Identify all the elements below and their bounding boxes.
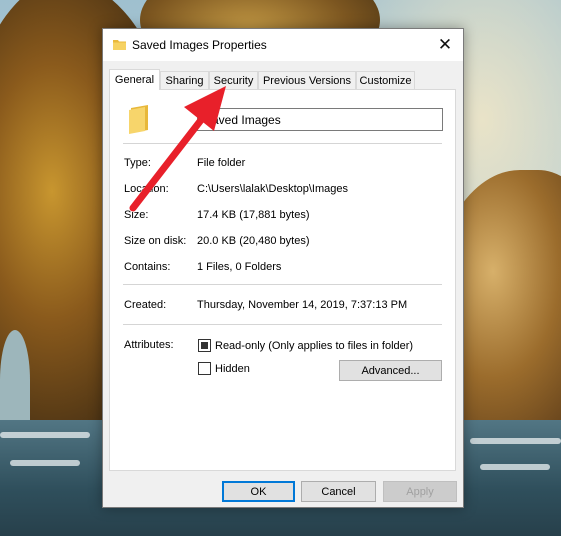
close-icon[interactable]: ✕ xyxy=(427,29,463,61)
tab-sharing[interactable]: Sharing xyxy=(160,71,209,89)
folder-name-input[interactable] xyxy=(197,108,443,131)
separator xyxy=(123,284,442,285)
size-on-disk-label: Size on disk: xyxy=(124,235,187,247)
contains-label: Contains: xyxy=(124,261,171,273)
location-label: Location: xyxy=(124,183,169,195)
readonly-checkbox[interactable] xyxy=(198,339,211,352)
wave-foam xyxy=(480,464,550,470)
size-value: 17.4 KB (17,881 bytes) xyxy=(197,209,310,221)
wave-foam xyxy=(0,432,90,438)
tab-customize[interactable]: Customize xyxy=(356,71,415,89)
attributes-label: Attributes: xyxy=(124,339,174,351)
separator xyxy=(123,143,442,144)
type-value: File folder xyxy=(197,157,246,169)
type-label: Type: xyxy=(124,157,151,169)
tab-security[interactable]: Security xyxy=(209,71,258,89)
wave-foam xyxy=(470,438,561,444)
general-tab-panel: Type: File folder Location: C:\Users\lal… xyxy=(109,89,456,471)
created-value: Thursday, November 14, 2019, 7:37:13 PM xyxy=(197,299,408,311)
title-bar[interactable]: Saved Images Properties ✕ xyxy=(103,29,463,61)
hidden-label[interactable]: Hidden xyxy=(215,363,250,375)
folder-icon xyxy=(129,105,148,134)
window-title: Saved Images Properties xyxy=(132,38,267,52)
folder-icon xyxy=(113,40,126,50)
tab-previous-versions[interactable]: Previous Versions xyxy=(258,71,356,89)
hidden-checkbox[interactable] xyxy=(198,362,211,375)
created-label: Created: xyxy=(124,299,167,311)
ok-button[interactable]: OK xyxy=(222,481,295,502)
cancel-button[interactable]: Cancel xyxy=(301,481,376,502)
apply-button[interactable]: Apply xyxy=(383,481,457,502)
location-value: C:\Users\lalak\Desktop\Images xyxy=(197,183,348,195)
size-label: Size: xyxy=(124,209,149,221)
readonly-label[interactable]: Read-only (Only applies to files in fold… xyxy=(215,340,413,352)
advanced-button[interactable]: Advanced... xyxy=(339,360,442,381)
rock-arch-opening xyxy=(0,330,30,430)
tab-general[interactable]: General xyxy=(109,69,160,90)
wave-foam xyxy=(10,460,80,466)
size-on-disk-value: 20.0 KB (20,480 bytes) xyxy=(197,235,310,247)
properties-dialog: Saved Images Properties ✕ General Sharin… xyxy=(102,28,464,508)
contains-value: 1 Files, 0 Folders xyxy=(197,261,282,273)
separator xyxy=(123,324,442,325)
